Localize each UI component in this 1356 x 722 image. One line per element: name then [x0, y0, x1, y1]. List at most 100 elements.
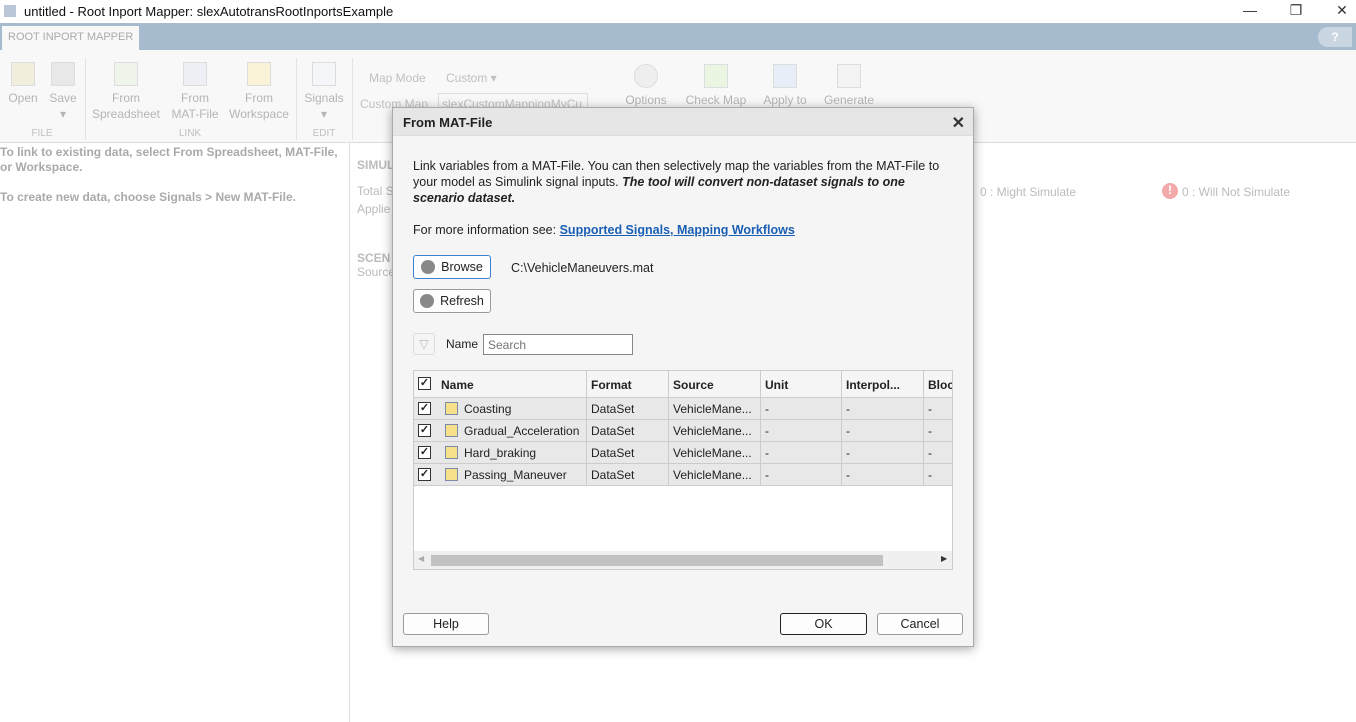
- apply-to-button[interactable]: Apply to: [756, 64, 814, 108]
- table-header: ✓ Name Format Source Unit Interpol... Blo…: [414, 371, 952, 398]
- row-checkbox[interactable]: ✓: [418, 446, 431, 459]
- section-edit: EDIT: [312, 128, 336, 139]
- workspace-icon: [247, 62, 271, 86]
- dataset-icon: [445, 402, 458, 415]
- unit-cell: -: [761, 464, 842, 485]
- play-icon: [704, 64, 728, 88]
- divider: [352, 58, 353, 140]
- format-cell: DataSet: [587, 420, 669, 441]
- might-simulate-status: 0 : Might Simulate: [980, 185, 1077, 199]
- dialog-title: From MAT-File: [403, 115, 493, 130]
- error-icon: !: [1162, 183, 1178, 199]
- app-icon: [4, 5, 16, 17]
- scrollbar-thumb[interactable]: [431, 555, 883, 566]
- check-map-button[interactable]: Check Map: [684, 64, 748, 108]
- table-row[interactable]: ✓ Gradual_Acceleration DataSet VehicleMane.…: [414, 420, 952, 442]
- help-button[interactable]: Help: [403, 613, 489, 635]
- name-cell: ✓ Coasting: [414, 398, 587, 419]
- unit-cell: -: [761, 398, 842, 419]
- source-cell: VehicleMane...: [669, 442, 761, 463]
- dataset-icon: [445, 424, 458, 437]
- spreadsheet-icon: [114, 62, 138, 86]
- mapping-workflows-link[interactable]: Mapping Workflows: [677, 223, 795, 237]
- close-button[interactable]: ✕: [1332, 2, 1352, 20]
- section-file: FILE: [31, 128, 53, 139]
- dialog-description: Link variables from a MAT-File. You can …: [413, 159, 940, 205]
- generate-button[interactable]: Generate: [820, 64, 878, 108]
- block-cell: -: [928, 468, 932, 482]
- folder-icon: [11, 62, 35, 86]
- from-matfile-dialog: From MAT-File ✕ Link variables from a MA…: [392, 107, 974, 647]
- column-header-interpolation[interactable]: Interpol...: [842, 371, 924, 397]
- left-panel: To link to existing data, select From Sp…: [0, 143, 350, 722]
- folder-icon: [421, 260, 436, 274]
- table-row[interactable]: ✓ Coasting DataSet VehicleMane... - - -: [414, 398, 952, 420]
- from-matfile-button[interactable]: From MAT-File: [166, 62, 224, 122]
- row-checkbox[interactable]: ✓: [418, 424, 431, 437]
- browse-button[interactable]: Browse: [413, 255, 491, 279]
- open-button[interactable]: Open: [6, 62, 40, 106]
- scroll-left-arrow[interactable]: ◀: [418, 554, 424, 563]
- source-cell: VehicleMane...: [669, 420, 761, 441]
- title-bar: untitled - Root Inport Mapper: slexAutot…: [0, 0, 1356, 23]
- name-cell: ✓ Passing_Maneuver: [414, 464, 587, 485]
- format-cell: DataSet: [587, 464, 669, 485]
- horizontal-scrollbar[interactable]: ◀ ▶: [414, 551, 952, 569]
- link-instructions: To link to existing data, select From Sp…: [0, 145, 338, 174]
- interpolation-cell: -: [842, 420, 924, 441]
- column-header-source[interactable]: Source: [669, 371, 761, 397]
- map-mode-dropdown[interactable]: Custom ▾: [446, 71, 497, 85]
- source-cell: VehicleMane...: [669, 398, 761, 419]
- minimize-button[interactable]: —: [1240, 2, 1260, 20]
- supported-signals-link[interactable]: Supported Signals: [560, 223, 670, 237]
- map-mode-label: Map Mode: [369, 71, 426, 85]
- refresh-icon: [420, 294, 435, 308]
- save-icon: [51, 62, 75, 86]
- apply-icon: [773, 64, 797, 88]
- interpolation-cell: -: [842, 398, 924, 419]
- section-link: LINK: [178, 128, 202, 139]
- from-workspace-button[interactable]: From Workspace: [226, 62, 292, 122]
- column-header-block[interactable]: Bloc: [924, 371, 952, 397]
- save-button[interactable]: Save ▾: [46, 62, 80, 122]
- gear-icon: [634, 64, 658, 88]
- refresh-button[interactable]: Refresh: [413, 289, 491, 313]
- filter-icon[interactable]: ▽: [413, 333, 435, 355]
- ok-button[interactable]: OK: [780, 613, 867, 635]
- column-header-unit[interactable]: Unit: [761, 371, 842, 397]
- cancel-button[interactable]: Cancel: [877, 613, 963, 635]
- divider: [85, 58, 86, 140]
- tab-root-inport-mapper[interactable]: ROOT INPORT MAPPER: [2, 26, 140, 50]
- from-spreadsheet-button[interactable]: From Spreadsheet: [90, 62, 162, 122]
- restore-button[interactable]: ❐: [1286, 2, 1306, 20]
- window-title: untitled - Root Inport Mapper: slexAutot…: [24, 4, 394, 19]
- format-cell: DataSet: [587, 398, 669, 419]
- scroll-right-arrow[interactable]: ▶: [941, 554, 947, 563]
- signal-wave-icon: [312, 62, 336, 86]
- filter-name-label: Name: [446, 337, 479, 351]
- unit-cell: -: [761, 420, 842, 441]
- search-input[interactable]: [483, 334, 633, 355]
- block-cell: -: [928, 402, 932, 416]
- row-checkbox[interactable]: ✓: [418, 468, 431, 481]
- format-cell: DataSet: [587, 442, 669, 463]
- column-header-format[interactable]: Format: [587, 371, 669, 397]
- select-all-checkbox[interactable]: ✓: [418, 377, 431, 390]
- dialog-header: From MAT-File ✕: [393, 108, 973, 136]
- interpolation-cell: -: [842, 442, 924, 463]
- row-checkbox[interactable]: ✓: [418, 402, 431, 415]
- file-path: C:\VehicleManeuvers.mat: [511, 261, 654, 275]
- options-button[interactable]: Options: [620, 64, 672, 108]
- name-cell: ✓ Hard_braking: [414, 442, 587, 463]
- table-row[interactable]: ✓ Hard_braking DataSet VehicleMane... - - -: [414, 442, 952, 464]
- tab-strip: [0, 23, 1356, 50]
- block-cell: -: [928, 424, 932, 438]
- table-row[interactable]: ✓ Passing_Maneuver DataSet VehicleMane... - -…: [414, 464, 952, 486]
- simulation-header: SIMUL: [357, 158, 395, 172]
- dialog-close-button[interactable]: ✕: [952, 113, 965, 133]
- column-header-name[interactable]: ✓ Name: [414, 371, 587, 397]
- divider: [296, 58, 297, 140]
- total-label: Total S: [357, 184, 394, 198]
- signals-button[interactable]: Signals ▾: [302, 62, 346, 122]
- help-icon[interactable]: ?: [1318, 27, 1352, 47]
